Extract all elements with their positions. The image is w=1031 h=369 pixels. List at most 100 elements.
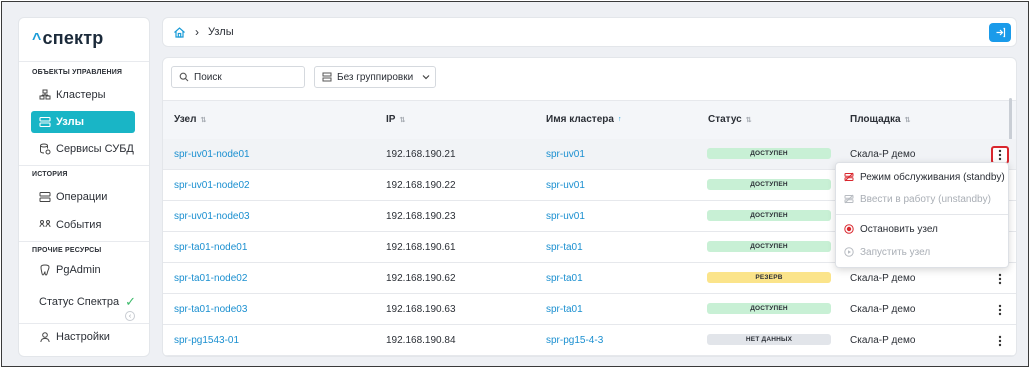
play-icon (844, 247, 854, 257)
ip-cell: 192.168.190.84 (386, 335, 456, 346)
nodes-icon (39, 116, 51, 128)
node-link[interactable]: spr-pg1543-01 (174, 335, 239, 346)
menu-item-label: Режим обслуживания (standby) (860, 171, 1005, 183)
sidebar-divider (19, 323, 149, 324)
sidebar-item-clusters[interactable]: Кластеры (31, 84, 135, 106)
menu-item-stop-node[interactable]: Остановить узел (844, 221, 938, 237)
logo-text: спектр (42, 28, 104, 48)
kebab-icon (998, 273, 1002, 285)
cluster-link[interactable]: spr-ta01 (546, 273, 583, 284)
column-header-ip[interactable]: IP ⇅ (386, 114, 405, 125)
sort-icon: ⇅ (745, 116, 752, 124)
spectr-status-label: Статус Спектра (39, 296, 120, 308)
cluster-link[interactable]: spr-uv01 (546, 149, 585, 160)
search-input[interactable]: Поиск (171, 66, 305, 88)
sort-icon: ⇅ (399, 116, 406, 124)
sidebar-item-label: События (56, 219, 102, 231)
spectr-status[interactable]: Статус Спектра ✓ (39, 294, 136, 310)
ip-cell: 192.168.190.23 (386, 211, 456, 222)
menu-item-start-node[interactable]: Запустить узел (844, 244, 930, 260)
chevron-down-icon (422, 75, 430, 80)
node-link[interactable]: spr-ta01-node01 (174, 242, 247, 253)
sidebar-section-manage: ОБЪЕКТЫ УПРАВЛЕНИЯ (32, 69, 123, 76)
scrollbar[interactable] (1009, 98, 1012, 140)
node-link[interactable]: spr-ta01-node02 (174, 273, 247, 284)
column-header-cluster[interactable]: Имя кластера ↑ (546, 114, 621, 125)
site-cell: Скала-Р демо (850, 149, 916, 160)
cluster-link[interactable]: spr-uv01 (546, 211, 585, 222)
column-header-status[interactable]: Статус ⇅ (708, 114, 752, 125)
sidebar-item-label: Кластеры (56, 89, 106, 101)
app-logo[interactable]: ^спектр (32, 28, 103, 49)
column-header-node[interactable]: Узел ⇅ (174, 114, 206, 125)
status-badge: ДОСТУПЕН (707, 179, 831, 190)
user-icon (39, 331, 51, 343)
sidebar-item-label: Узлы (56, 116, 84, 128)
sort-icon: ⇅ (904, 116, 911, 124)
status-badge: ДОСТУПЕН (707, 303, 831, 314)
clusters-icon (39, 89, 51, 101)
sidebar-section-other: ПРОЧИЕ РЕСУРСЫ (32, 247, 102, 254)
status-badge: ДОСТУПЕН (707, 210, 831, 221)
site-cell: Скала-Р демо (850, 273, 916, 284)
search-placeholder: Поиск (194, 71, 222, 83)
app-frame: ^спектр ОБЪЕКТЫ УПРАВЛЕНИЯ Кластеры Узлы… (1, 1, 1029, 367)
node-link[interactable]: spr-uv01-node01 (174, 149, 250, 160)
grouping-value: Без группировки (337, 71, 414, 83)
table-row[interactable]: spr-pg1543-01 192.168.190.84 spr-pg15-4-… (163, 325, 1016, 356)
cluster-link[interactable]: spr-pg15-4-3 (546, 335, 603, 346)
stop-icon (844, 224, 854, 234)
sort-asc-icon: ↑ (617, 116, 622, 123)
sidebar-divider (19, 165, 149, 166)
sort-icon: ⇅ (200, 116, 207, 124)
db-services-icon (39, 143, 51, 155)
node-link[interactable]: spr-uv01-node03 (174, 211, 250, 222)
menu-item-label: Запустить узел (860, 246, 931, 258)
grouping-select[interactable]: Без группировки (314, 66, 436, 88)
menu-item-label: Остановить узел (860, 223, 938, 235)
node-link[interactable]: spr-uv01-node02 (174, 180, 250, 191)
search-icon (179, 72, 189, 82)
row-actions-button[interactable] (991, 270, 1009, 288)
sidebar-item-events[interactable]: События (31, 214, 135, 236)
cluster-link[interactable]: spr-ta01 (546, 242, 583, 253)
sidebar-item-db-services[interactable]: Сервисы СУБД (31, 138, 135, 160)
row-actions-menu: Режим обслуживания (standby) Ввести в ра… (835, 162, 1009, 268)
collapse-sidebar-icon[interactable]: ‹ (125, 311, 135, 321)
column-header-site[interactable]: Площадка ⇅ (850, 114, 910, 125)
kebab-icon (998, 335, 1002, 347)
cluster-link[interactable]: spr-uv01 (546, 180, 585, 191)
menu-item-label: Ввести в работу (unstandby) (860, 193, 991, 205)
events-icon (39, 219, 51, 231)
sidebar: ^спектр ОБЪЕКТЫ УПРАВЛЕНИЯ Кластеры Узлы… (18, 17, 150, 357)
ip-cell: 192.168.190.22 (386, 180, 456, 191)
status-badge: НЕТ ДАННЫХ (707, 334, 831, 345)
logout-button[interactable] (989, 23, 1011, 42)
sidebar-divider (19, 61, 149, 62)
status-badge: ДОСТУПЕН (707, 148, 831, 159)
menu-item-standby[interactable]: Режим обслуживания (standby) (844, 169, 1005, 185)
table-header: Узел ⇅ IP ⇅ Имя кластера ↑ Статус ⇅ Площадка… (163, 100, 1016, 140)
cluster-link[interactable]: spr-ta01 (546, 304, 583, 315)
home-icon[interactable] (173, 26, 186, 39)
sidebar-item-label: PgAdmin (56, 264, 101, 276)
grouping-icon (322, 72, 332, 82)
sidebar-item-settings[interactable]: Настройки (31, 326, 135, 348)
row-actions-button[interactable] (991, 301, 1009, 319)
table-row[interactable]: spr-ta01-node03 192.168.190.63 spr-ta01 … (163, 294, 1016, 325)
kebab-icon (998, 304, 1002, 316)
logout-icon (996, 27, 1005, 38)
status-badge: РЕЗЕРВ (707, 272, 831, 283)
sidebar-item-label: Сервисы СУБД (56, 143, 134, 155)
sidebar-item-operations[interactable]: Операции (31, 186, 135, 208)
menu-divider (836, 214, 1008, 215)
row-actions-button[interactable] (991, 332, 1009, 350)
check-icon: ✓ (125, 294, 136, 309)
sidebar-item-pgadmin[interactable]: PgAdmin (31, 259, 135, 281)
node-link[interactable]: spr-ta01-node03 (174, 304, 247, 315)
breadcrumb-chevron-icon: › (195, 25, 199, 39)
menu-item-unstandby[interactable]: Ввести в работу (unstandby) (844, 191, 991, 207)
sidebar-item-nodes[interactable]: Узлы (31, 111, 135, 133)
sidebar-item-label: Настройки (56, 331, 110, 343)
sidebar-divider (19, 241, 149, 242)
